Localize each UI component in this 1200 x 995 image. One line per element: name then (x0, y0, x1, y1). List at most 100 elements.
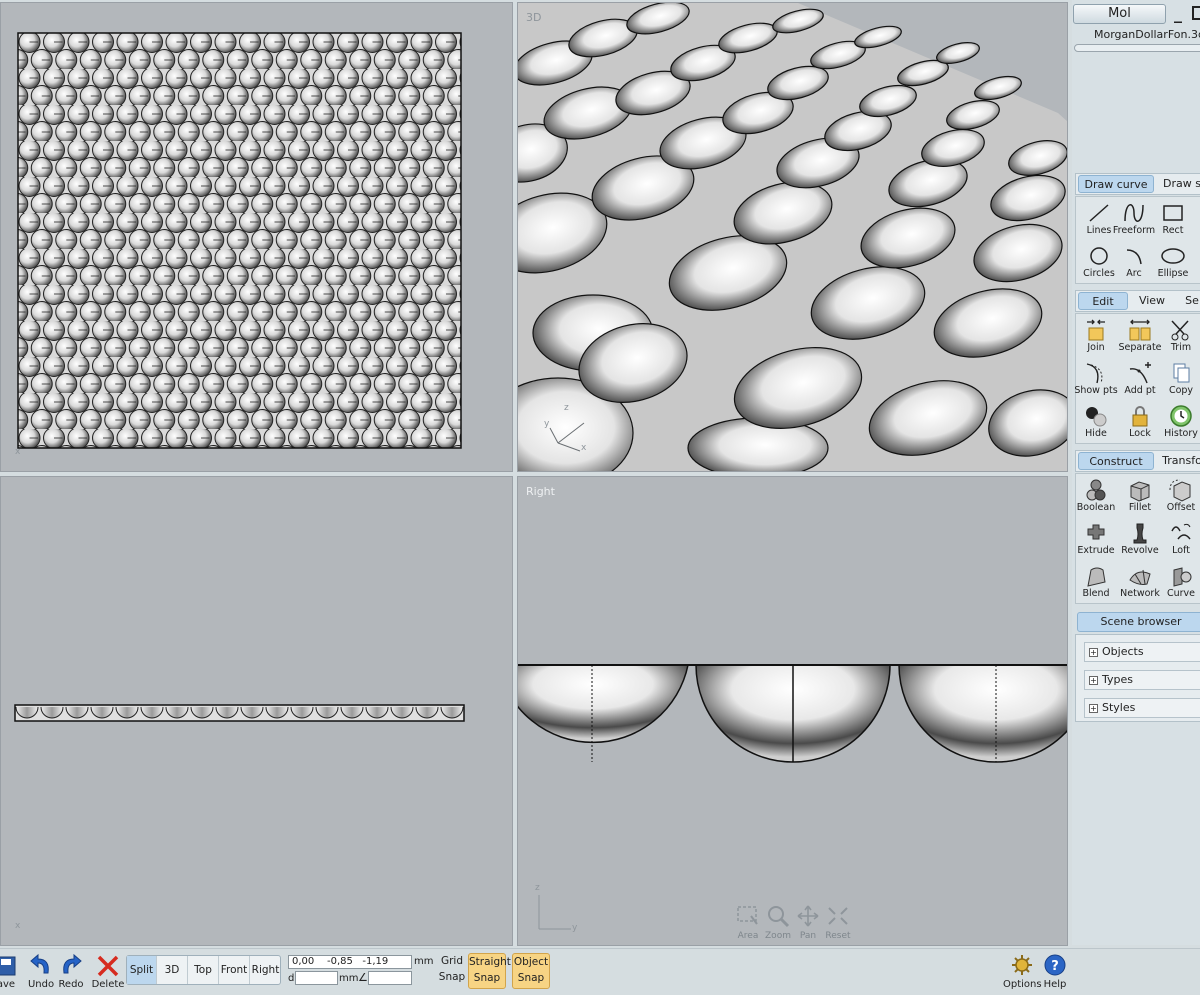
perspective-axis-x: x (581, 443, 587, 453)
tool-ellipse[interactable]: Ellipse (1151, 242, 1195, 284)
undo-button[interactable]: Undo (27, 951, 55, 990)
scene-browser-header[interactable]: Scene browser (1077, 612, 1200, 632)
expand-icon: + (1089, 647, 1098, 657)
tool-lock[interactable]: Lock (1118, 402, 1162, 444)
tool-rect[interactable]: Rect (1151, 199, 1195, 241)
tool-history[interactable]: History (1159, 402, 1200, 444)
save-button[interactable]: ave (0, 951, 18, 990)
view-3d-button[interactable]: 3D (157, 956, 188, 984)
nav-pan[interactable]: Pan (793, 904, 823, 941)
nav-zoom-label: Zoom (765, 931, 791, 941)
scene-row-label: Styles (1102, 701, 1136, 714)
redo-button[interactable]: Redo (57, 951, 85, 990)
delete-button[interactable]: Delete (91, 951, 125, 990)
revolve-icon (1133, 523, 1147, 544)
tool-join[interactable]: Join (1074, 316, 1118, 358)
grid-snap-toggle[interactable]: Grid Snap (433, 953, 471, 989)
scissors-icon (1171, 320, 1189, 341)
tool-show-pts[interactable]: Show pts (1074, 359, 1118, 401)
draw-toolbox: Lines Freeform Rect Circles Arc Ellipse (1075, 196, 1200, 284)
tool-copy[interactable]: Copy (1159, 359, 1200, 401)
top-view-bubble-grid (17, 32, 462, 449)
tool-trim[interactable]: Trim (1159, 316, 1200, 358)
nav-area[interactable]: Area (733, 904, 763, 941)
tool-copy-label: Copy (1168, 385, 1194, 396)
view-right-button[interactable]: Right (250, 956, 281, 984)
edit-toolbox: Join Separate Trim Show pts Add pt Copy … (1074, 313, 1200, 444)
perspective-viewport[interactable]: 3D z y x (517, 2, 1068, 472)
straight-snap-toggle[interactable]: Straight Snap (468, 953, 511, 989)
tool-curve[interactable]: Curve (1159, 562, 1200, 604)
delete-x-icon (97, 955, 119, 977)
rectangle-icon (1163, 205, 1183, 221)
nav-reset[interactable]: Reset (823, 904, 853, 941)
tab-select[interactable]: Se (1180, 292, 1200, 310)
view-top-button[interactable]: Top (188, 956, 219, 984)
app-title-button[interactable]: Mol (1073, 4, 1166, 24)
undo-icon (30, 953, 49, 974)
reset-view-icon (828, 907, 848, 925)
tool-extrude[interactable]: Extrude (1074, 519, 1118, 561)
expand-icon: + (1089, 675, 1098, 685)
line-icon (1089, 204, 1109, 222)
tool-boolean[interactable]: Boolean (1074, 476, 1118, 518)
tool-freeform[interactable]: Freeform (1112, 199, 1156, 241)
view-front-button[interactable]: Front (219, 956, 250, 984)
options-label: Options (1003, 979, 1042, 990)
tool-offset-label: Offset (1166, 502, 1196, 513)
tool-loft[interactable]: Loft (1159, 519, 1200, 561)
area-zoom-icon (737, 906, 758, 925)
tool-revolve[interactable]: Revolve (1118, 519, 1162, 561)
minimize-icon[interactable]: _ (1174, 4, 1182, 23)
freeform-curve-icon (1124, 204, 1144, 222)
tool-hide[interactable]: Hide (1074, 402, 1118, 444)
options-button[interactable]: Options (1003, 951, 1042, 990)
scene-row-types[interactable]: + Types (1084, 670, 1200, 690)
object-snap-toggle[interactable]: Object Snap (512, 953, 550, 989)
construct-toolbox: Boolean Fillet Offset Extrude Revolve Lo… (1075, 473, 1200, 604)
view-split-button[interactable]: Split (127, 956, 157, 984)
tool-arc[interactable]: Arc (1112, 242, 1156, 284)
tool-separate[interactable]: Separate (1118, 316, 1162, 358)
front-viewport[interactable]: x (0, 476, 513, 946)
tool-arc-label: Arc (1126, 268, 1142, 279)
tab-draw-curve[interactable]: Draw curve (1078, 175, 1154, 193)
coordinates-field[interactable]: 0,00 -0,85 -1,19 (288, 955, 412, 969)
tool-add-pt-label: Add pt (1124, 385, 1156, 396)
tool-boolean-label: Boolean (1076, 502, 1116, 513)
angle-icon: ∠ (358, 971, 368, 984)
tab-edit[interactable]: Edit (1078, 292, 1128, 310)
blend-icon (1087, 567, 1106, 587)
maximize-icon[interactable] (1192, 6, 1200, 20)
help-button[interactable]: ? Help (1042, 951, 1068, 990)
expand-icon: + (1089, 703, 1098, 713)
tab-transform[interactable]: Transfo (1158, 452, 1200, 470)
grid-snap-line1: Grid (440, 955, 464, 967)
scene-row-styles[interactable]: + Styles (1084, 698, 1200, 718)
tool-blend[interactable]: Blend (1074, 562, 1118, 604)
front-view-profile (14, 704, 465, 722)
scene-row-objects[interactable]: + Objects (1084, 642, 1200, 662)
hide-icon (1086, 407, 1107, 427)
tool-rect-label: Rect (1162, 225, 1184, 236)
distance-field[interactable] (295, 971, 338, 985)
top-viewport[interactable]: x (0, 2, 513, 472)
tool-revolve-label: Revolve (1121, 545, 1159, 556)
angle-field[interactable] (368, 971, 412, 985)
tab-construct[interactable]: Construct (1078, 452, 1154, 470)
circle-icon (1090, 247, 1108, 265)
tool-fillet[interactable]: Fillet (1118, 476, 1162, 518)
tab-view[interactable]: View (1132, 292, 1172, 310)
options-gear-icon (1012, 955, 1032, 975)
right-viewport[interactable]: Right z y (517, 476, 1068, 946)
tool-hide-label: Hide (1085, 428, 1107, 439)
nav-zoom[interactable]: Zoom (763, 904, 793, 941)
tool-network[interactable]: Network (1118, 562, 1162, 604)
tool-add-pt[interactable]: Add pt (1118, 359, 1162, 401)
tab-draw-surface[interactable]: Draw s (1158, 175, 1200, 193)
straight-snap-line1: Straight (469, 956, 511, 968)
tool-offset[interactable]: Offset (1159, 476, 1200, 518)
tool-separate-label: Separate (1118, 342, 1162, 353)
tool-loft-label: Loft (1172, 545, 1190, 556)
tool-blend-label: Blend (1082, 588, 1110, 599)
